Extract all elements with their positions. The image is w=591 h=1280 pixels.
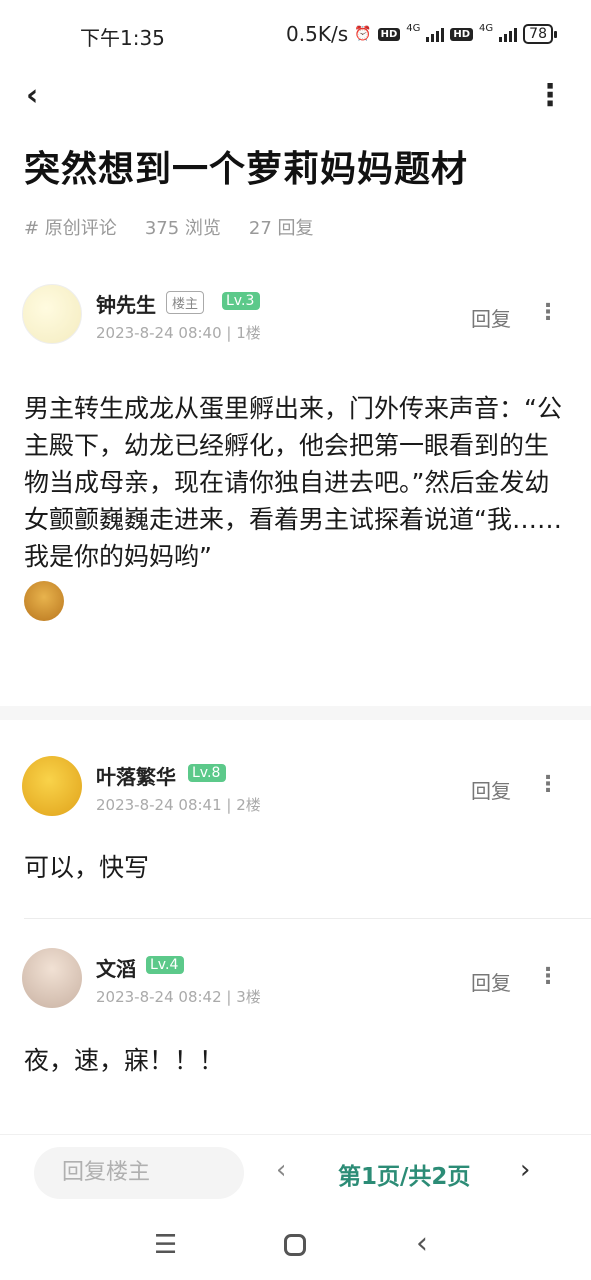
comment-timestamp: 2023-8-24 08:41 | 2楼 [96,796,261,814]
post-meta: # 原创评论 375 浏览 27 回复 [24,214,314,240]
signal-icon-2 [499,26,518,42]
network-type-2: 4G [479,22,494,34]
more-vertical-icon[interactable]: ⋮ [535,78,565,114]
level-badge: Lv.3 [222,292,261,310]
owner-badge: 楼主 [166,291,205,314]
status-bar: 下午1:35 0.5K/s ⏰ HD 4G HD 4G 78 [0,0,591,68]
more-options-icon[interactable]: ⋮ [537,964,559,989]
post-category[interactable]: # 原创评论 [24,214,117,240]
signal-icon [426,26,445,42]
home-icon[interactable] [284,1234,306,1256]
reply-button[interactable]: 回复 [471,775,511,804]
more-options-icon[interactable]: ⋮ [537,300,559,325]
hd-icon-2: HD [450,27,474,41]
reply-count: 27 回复 [248,218,314,239]
avatar[interactable] [22,284,82,344]
network-type: 4G [406,22,421,34]
avatar[interactable] [22,756,82,816]
page-indicator[interactable]: 第1页/共2页 [338,1157,470,1191]
comment-divider [24,918,591,919]
alarm-icon: ⏰ [354,26,372,42]
status-time: 下午1:35 [80,26,165,50]
reply-input[interactable]: 回复楼主 [34,1147,244,1199]
bottom-bar: 回复楼主 ‹ 第1页/共2页 › [0,1134,591,1210]
hd-icon: HD [377,27,401,41]
comment-timestamp: 2023-8-24 08:40 | 1楼 [96,324,261,342]
username[interactable]: 钟先生 [96,289,156,318]
page-title: 突然想到一个萝莉妈妈题材 [24,149,469,190]
username[interactable]: 叶落繁华 [96,761,176,790]
system-nav-bar: ☰ ‹ [0,1210,591,1280]
reply-button[interactable]: 回复 [471,303,511,332]
battery-icon: 78 [523,24,557,44]
menu-icon[interactable]: ☰ [154,1230,177,1260]
system-back-icon[interactable]: ‹ [416,1226,428,1261]
comment-body: 可以，快写 [24,853,150,882]
comment-timestamp: 2023-8-24 08:42 | 3楼 [96,988,261,1006]
view-count: 375 浏览 [144,218,221,239]
back-arrow-icon[interactable]: ‹ [26,78,38,114]
username[interactable]: 文滔 [96,953,136,982]
reply-button[interactable]: 回复 [471,967,511,996]
more-options-icon[interactable]: ⋮ [537,772,559,797]
comment-body: 夜，速，寐！！！ [24,1046,225,1075]
chevron-left-icon[interactable]: ‹ [276,1155,286,1185]
chevron-right-icon[interactable]: › [520,1155,530,1185]
comment-body: 男主转生成龙从蛋里孵出来，门外传来声音：“公主殿下，幼龙已经孵化，他会把第一眼看… [24,390,569,631]
network-speed: 0.5K/s [286,22,349,46]
top-nav: ‹ ⋮ [0,72,591,122]
monkey-emoji-icon [24,581,64,621]
section-divider [0,706,591,720]
level-badge: Lv.8 [188,764,227,782]
comment-text: 男主转生成龙从蛋里孵出来，门外传来声音：“公主殿下，幼龙已经孵化，他会把第一眼看… [24,394,562,571]
level-badge: Lv.4 [146,956,185,974]
status-icons: 0.5K/s ⏰ HD 4G HD 4G 78 [286,22,557,46]
avatar[interactable] [22,948,82,1008]
